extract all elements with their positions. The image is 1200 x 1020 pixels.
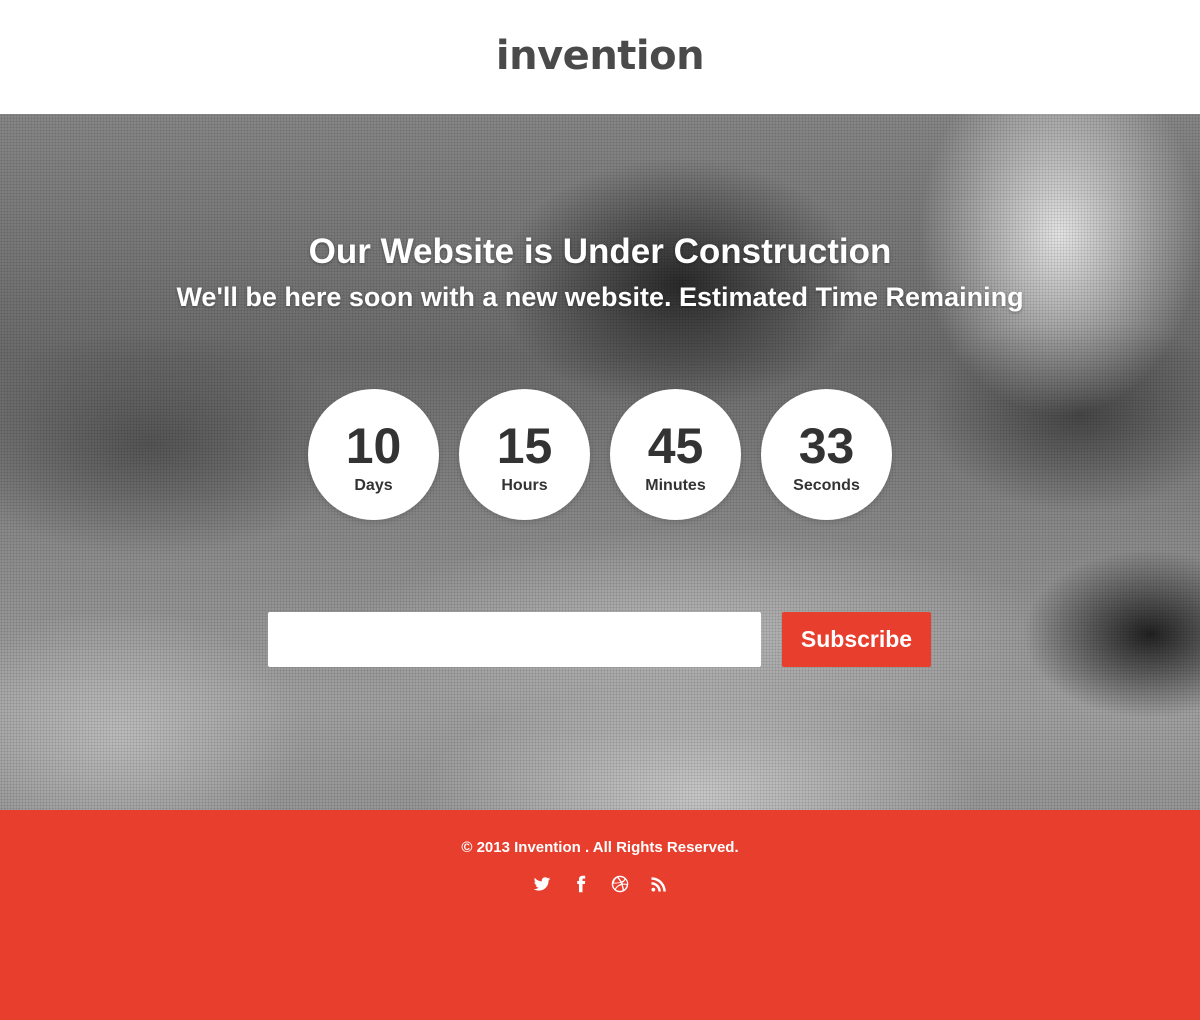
twitter-icon[interactable] bbox=[532, 874, 552, 894]
countdown-timer: 10 Days 15 Hours 45 Minutes 33 Seconds bbox=[0, 389, 1200, 520]
countdown-hours-label: Hours bbox=[501, 476, 548, 494]
countdown-minutes: 45 Minutes bbox=[610, 389, 741, 520]
subscribe-button[interactable]: Subscribe bbox=[782, 612, 931, 667]
dribbble-icon[interactable] bbox=[610, 874, 630, 894]
facebook-icon[interactable] bbox=[571, 874, 591, 894]
countdown-days: 10 Days bbox=[308, 389, 439, 520]
copyright-text: © 2013 Invention . All Rights Reserved. bbox=[461, 839, 739, 856]
countdown-minutes-value: 45 bbox=[647, 417, 704, 474]
site-header: invention bbox=[0, 0, 1200, 114]
countdown-minutes-label: Minutes bbox=[645, 476, 706, 494]
countdown-seconds-label: Seconds bbox=[793, 476, 860, 494]
countdown-hours: 15 Hours bbox=[459, 389, 590, 520]
site-logo[interactable]: invention bbox=[496, 33, 705, 79]
page-subheadline: We'll be here soon with a new website. E… bbox=[176, 282, 1024, 312]
email-field[interactable] bbox=[268, 612, 761, 667]
social-links bbox=[0, 874, 1200, 894]
countdown-days-label: Days bbox=[354, 476, 393, 494]
site-footer: © 2013 Invention . All Rights Reserved. bbox=[0, 810, 1200, 1020]
countdown-hours-value: 15 bbox=[496, 417, 553, 474]
countdown-seconds-value: 33 bbox=[798, 417, 855, 474]
countdown-days-value: 10 bbox=[345, 417, 402, 474]
subscribe-form: Subscribe bbox=[268, 612, 931, 667]
page-headline: Our Website is Under Construction bbox=[308, 232, 892, 271]
hero-section: Our Website is Under Construction We'll … bbox=[0, 114, 1200, 810]
countdown-seconds: 33 Seconds bbox=[761, 389, 892, 520]
rss-icon[interactable] bbox=[649, 874, 669, 894]
